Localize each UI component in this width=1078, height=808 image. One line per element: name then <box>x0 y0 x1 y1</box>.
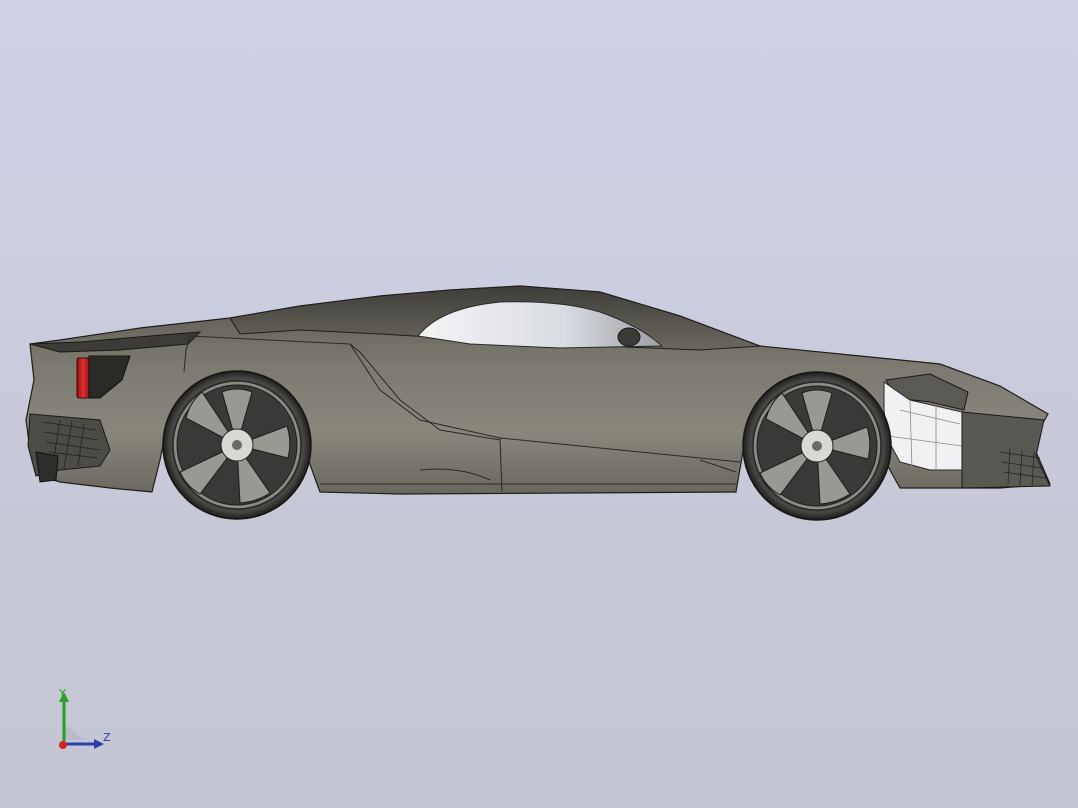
rear-wheel <box>162 370 312 520</box>
graphics-viewport[interactable]: Y Z <box>0 0 1078 808</box>
axis-label-z: Z <box>103 731 111 744</box>
rear-lower-fin <box>35 451 59 483</box>
triad-axes <box>59 692 104 749</box>
car-model[interactable] <box>0 0 1078 808</box>
axis-label-y: Y <box>59 687 66 700</box>
side-mirror <box>617 327 641 347</box>
orientation-triad: Y Z <box>40 680 130 760</box>
tail-light <box>76 357 90 399</box>
front-wheel <box>742 371 892 521</box>
